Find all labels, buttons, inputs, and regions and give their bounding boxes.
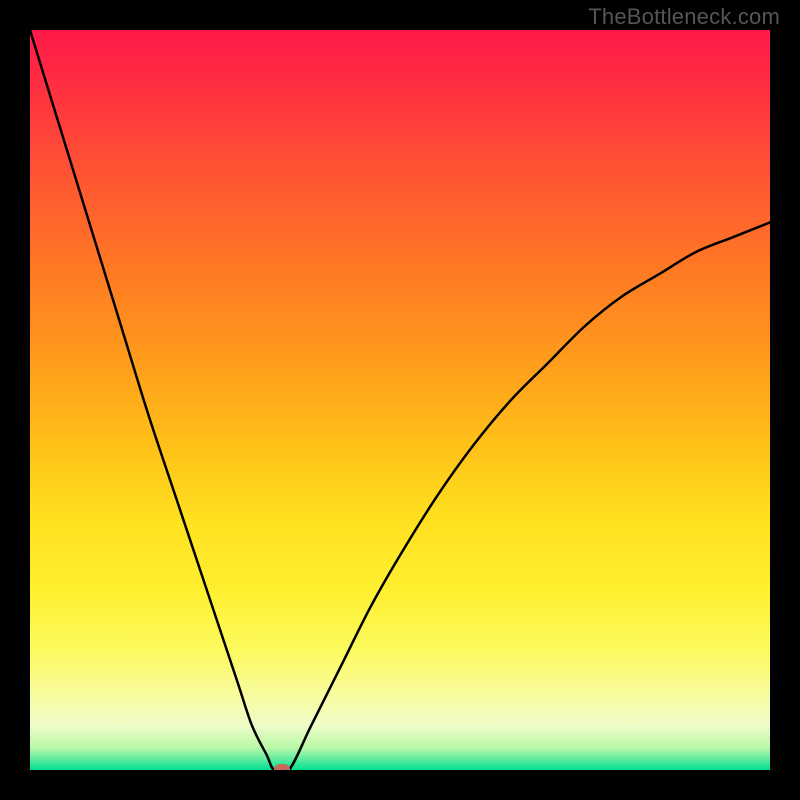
- plot-area: [30, 30, 770, 770]
- bottleneck-curve-path: [30, 30, 770, 770]
- watermark-text: TheBottleneck.com: [588, 4, 780, 30]
- current-point-marker: [274, 764, 290, 770]
- chart-frame: TheBottleneck.com: [0, 0, 800, 800]
- curve-svg: [30, 30, 770, 770]
